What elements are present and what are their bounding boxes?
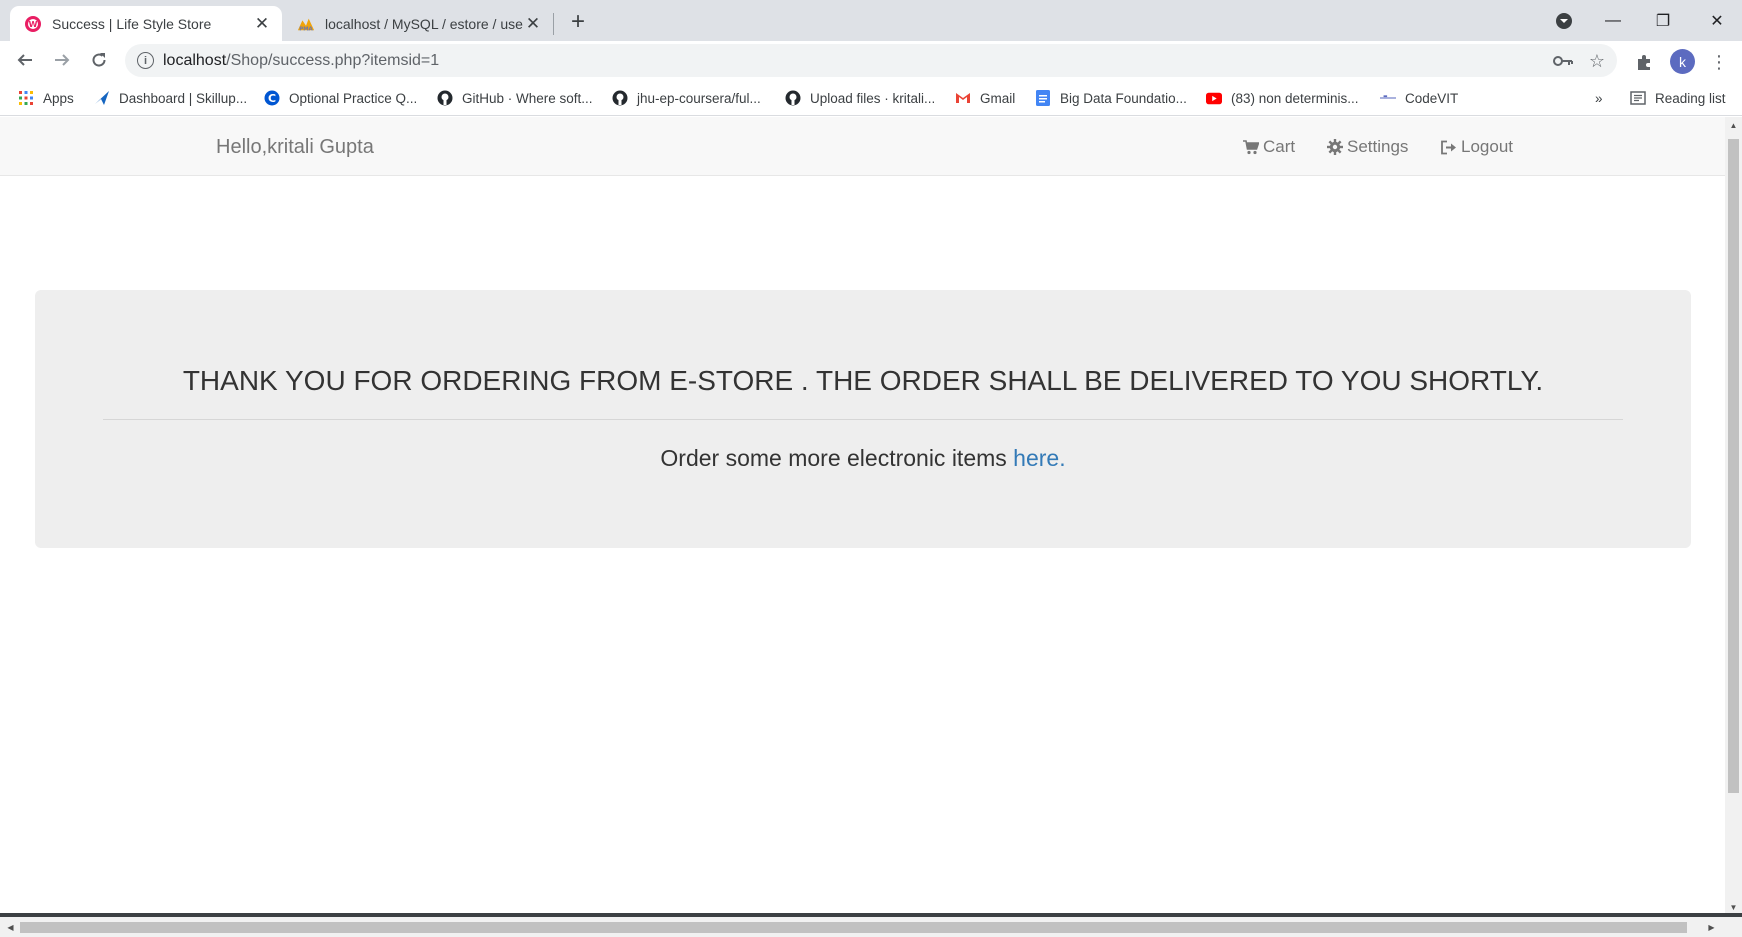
github-icon [437, 90, 453, 106]
address-bar[interactable]: i localhost/Shop/success.php?itemsid=1 ☆ [125, 44, 1617, 77]
forward-arrow-icon[interactable] [47, 45, 77, 75]
url-text[interactable]: localhost/Shop/success.php?itemsid=1 [163, 52, 439, 70]
nav-cart-link[interactable]: Cart [1243, 137, 1295, 157]
nav-logout-link[interactable]: Logout [1440, 137, 1513, 157]
phpmyadmin-favicon-icon: PMA [297, 15, 315, 33]
gmail-icon [955, 90, 971, 106]
bookmark-label: Big Data Foundatio... [1060, 90, 1187, 106]
svg-text:C: C [268, 92, 276, 105]
divider [103, 419, 1623, 420]
bookmark-label: Optional Practice Q... [289, 90, 418, 106]
bookmark-skillup[interactable]: Dashboard | Skillup... [94, 88, 247, 108]
bookmark-label: Dashboard | Skillup... [119, 90, 248, 106]
browser-toolbar: i localhost/Shop/success.php?itemsid=1 ☆… [0, 41, 1742, 80]
restore-icon[interactable]: ❐ [1638, 0, 1688, 41]
scroll-right-arrow-icon[interactable]: ▶ [1703, 919, 1720, 936]
apps-grid-icon [18, 90, 34, 106]
order-more-text: Order some more electronic items here. [35, 445, 1691, 472]
tab-separator [553, 13, 554, 35]
bookmark-label: Apps [43, 90, 74, 106]
bookmark-label: Gmail [980, 90, 1016, 106]
bookmark-label: (83) non determinis... [1231, 90, 1359, 106]
key-icon[interactable] [1552, 50, 1574, 72]
scroll-up-arrow-icon[interactable]: ▲ [1725, 117, 1742, 134]
tab-title: Success | Life Style Store [52, 15, 212, 32]
tab-phpmyadmin[interactable]: PMA localhost / MySQL / estore / user ✕ [283, 6, 553, 41]
bookmark-github-home[interactable]: GitHub · Where soft... [437, 88, 593, 108]
github-icon [785, 90, 801, 106]
site-navbar: Hello,kritali Gupta Cart Settings Logout [0, 117, 1725, 176]
nav-settings-link[interactable]: Settings [1327, 137, 1408, 157]
store-favicon-icon: W [24, 15, 42, 33]
success-heading: THANK YOU FOR ORDERING FROM E-STORE . TH… [182, 365, 1544, 396]
cart-icon [1243, 139, 1259, 155]
close-tab-icon[interactable]: ✕ [252, 14, 272, 34]
tab-success[interactable]: W Success | Life Style Store ✕ [10, 6, 282, 41]
scroll-left-arrow-icon[interactable]: ◀ [2, 919, 19, 936]
vertical-scrollbar[interactable]: ▲ ▼ [1725, 117, 1742, 916]
svg-text:W: W [29, 20, 38, 29]
bookmark-apps[interactable]: Apps [18, 88, 74, 108]
reading-list-icon [1630, 90, 1646, 106]
site-info-icon[interactable]: i [137, 52, 154, 69]
horizontal-scroll-thumb[interactable] [20, 922, 1687, 933]
docs-icon [1035, 90, 1051, 106]
bookmark-github-upload[interactable]: Upload files · kritali... [785, 88, 935, 108]
star-bookmark-icon[interactable]: ☆ [1586, 50, 1608, 72]
skillup-icon [94, 90, 110, 106]
reading-list-button[interactable]: Reading list [1630, 88, 1726, 108]
reload-icon[interactable] [84, 45, 114, 75]
bookmark-label: CodeVIT [1405, 90, 1459, 106]
extensions-puzzle-icon[interactable] [1632, 50, 1656, 74]
order-more-link[interactable]: here. [1013, 445, 1065, 471]
youtube-icon [1206, 90, 1222, 106]
bookmark-codevit[interactable]: CodeVIT [1380, 88, 1458, 108]
github-icon [612, 90, 628, 106]
close-window-icon[interactable]: ✕ [1692, 0, 1742, 41]
nav-link-label: Settings [1347, 137, 1409, 156]
profile-avatar[interactable]: k [1670, 49, 1695, 74]
reading-list-label: Reading list [1655, 90, 1726, 106]
bookmark-label: GitHub · Where soft... [462, 90, 593, 106]
bookmark-gmail[interactable]: Gmail [955, 88, 1015, 108]
order-success-panel: THANK YOU FOR ORDERING FROM E-STORE . TH… [35, 290, 1691, 548]
bookmark-label: Upload files · kritali... [810, 90, 936, 106]
bookmarks-bar: Apps Dashboard | Skillup... C Optional P… [0, 80, 1742, 116]
minimize-icon[interactable]: — [1588, 0, 1638, 41]
close-tab-icon[interactable]: ✕ [523, 14, 543, 34]
user-greeting[interactable]: Hello,kritali Gupta [216, 136, 374, 159]
bookmark-youtube[interactable]: (83) non determinis... [1206, 88, 1359, 108]
svg-text:PMA: PMA [299, 26, 313, 32]
back-arrow-icon[interactable] [10, 45, 40, 75]
bookmark-label: jhu-ep-coursera/ful... [637, 90, 761, 106]
menu-kebab-icon[interactable]: ⋮ [1707, 50, 1731, 74]
bookmark-coursera[interactable]: C Optional Practice Q... [264, 88, 417, 108]
bookmark-github-coursera[interactable]: jhu-ep-coursera/ful... [612, 88, 761, 108]
tab-title: localhost / MySQL / estore / user [325, 15, 523, 32]
tab-search-icon[interactable] [1539, 0, 1589, 41]
coursera-icon: C [264, 90, 280, 106]
nav-link-label: Logout [1461, 137, 1513, 156]
logout-icon [1440, 140, 1457, 155]
gear-icon [1327, 139, 1343, 155]
tab-strip: W Success | Life Style Store ✕ PMA local… [0, 0, 1742, 41]
order-more-label: Order some more electronic items [660, 445, 1014, 471]
new-tab-plus-icon[interactable]: + [565, 8, 591, 35]
page-viewport: Hello,kritali Gupta Cart Settings Logout… [0, 117, 1725, 916]
bookmark-big-data[interactable]: Big Data Foundatio... [1035, 88, 1187, 108]
vertical-scroll-thumb[interactable] [1728, 139, 1739, 793]
more-bookmarks-chevron-icon[interactable]: » [1595, 88, 1603, 108]
horizontal-scrollbar[interactable]: ◀ ▶ [0, 917, 1742, 937]
nav-link-label: Cart [1263, 137, 1296, 156]
codevit-icon [1380, 90, 1396, 106]
